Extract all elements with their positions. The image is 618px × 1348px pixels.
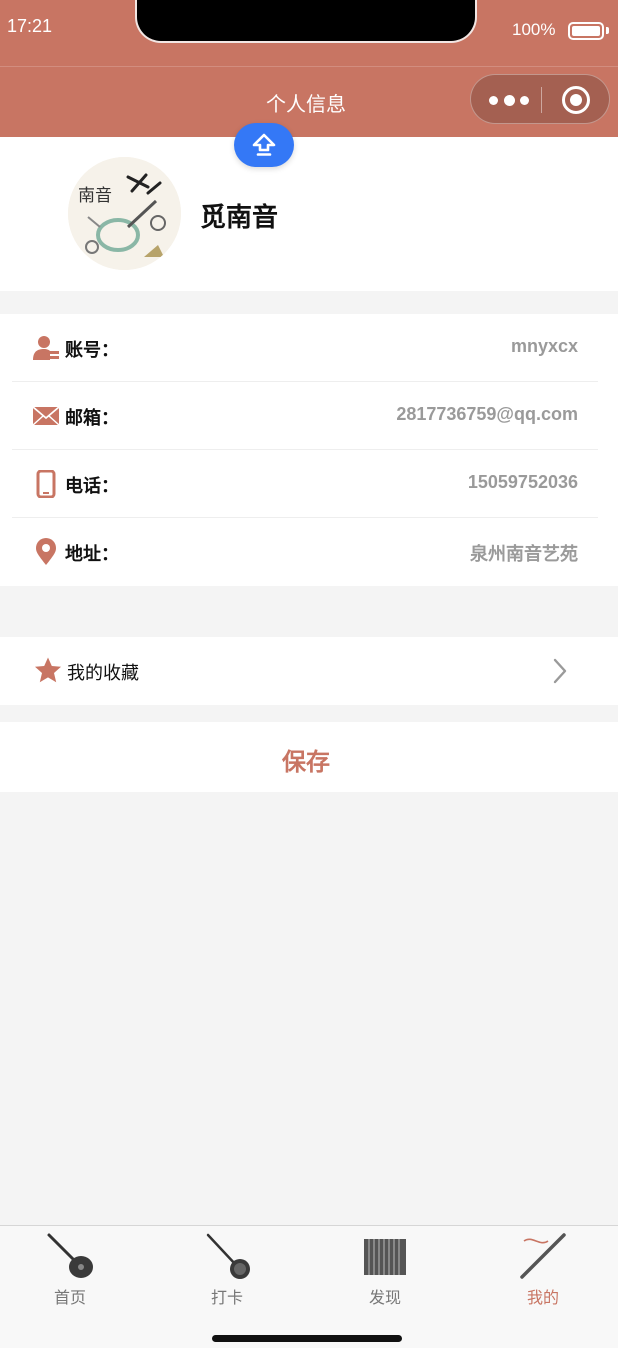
mail-icon <box>32 406 60 426</box>
info-label-account: 账号： <box>65 340 119 361</box>
save-label: 保存 <box>282 748 330 776</box>
info-card: 账号： mnyxcx 邮箱： 2817736759@qq.com 电话： 150… <box>0 314 618 586</box>
info-value-address: 泉州南音艺苑 <box>470 544 578 564</box>
tab-discover-label: 发现 <box>368 1288 401 1307</box>
avatar-text: 南音 <box>78 186 112 206</box>
home-indicator <box>212 1335 402 1342</box>
info-label-address: 地址： <box>65 544 119 565</box>
floating-upload-button[interactable] <box>234 123 294 167</box>
tab-home-label: 首页 <box>53 1288 86 1307</box>
chevron-right-icon <box>553 658 567 684</box>
avatar[interactable]: 南音 <box>68 157 181 270</box>
target-circle-icon[interactable] <box>562 86 590 114</box>
location-pin-icon <box>36 538 56 565</box>
header-divider <box>0 66 618 67</box>
app-header: 17:21 100% 个人信息 <box>0 0 618 137</box>
mini-program-capsule <box>470 74 610 124</box>
battery-icon <box>568 22 604 40</box>
tab-bar: 首页 打卡 发现 我的 <box>0 1225 618 1348</box>
tab-mine[interactable]: 我的 <box>473 1226 613 1307</box>
info-label-phone: 电话： <box>65 476 119 497</box>
battery-cap <box>606 27 609 34</box>
device-notch <box>135 0 477 43</box>
tab-home[interactable]: 首页 <box>0 1226 140 1307</box>
status-time: 17:21 <box>7 16 53 36</box>
info-value-account: mnyxcx <box>510 336 578 356</box>
phone-icon <box>36 470 56 498</box>
capsule-separator <box>541 87 542 113</box>
info-value-email: 2817736759@qq.com <box>396 404 578 424</box>
favorites-row[interactable]: 我的收藏 <box>0 637 618 705</box>
info-row-phone[interactable]: 电话： 15059752036 <box>12 450 598 518</box>
user-card-icon <box>33 336 59 360</box>
tab-discover[interactable]: 发现 <box>315 1226 455 1307</box>
tab-checkin-label: 打卡 <box>210 1288 243 1307</box>
tab-mine-label: 我的 <box>526 1288 559 1307</box>
star-icon <box>35 657 61 683</box>
more-dots-icon[interactable] <box>489 88 529 112</box>
save-button[interactable]: 保存 <box>0 722 618 792</box>
info-row-address[interactable]: 地址： 泉州南音艺苑 <box>12 518 598 586</box>
profile-name: 觅南音 <box>200 203 279 233</box>
pipa-icon <box>47 1233 93 1278</box>
tab-checkin[interactable]: 打卡 <box>157 1226 297 1307</box>
profile-card: 南音 觅南音 <box>0 137 618 291</box>
info-value-phone: 15059752036 <box>467 472 578 492</box>
info-row-email[interactable]: 邮箱： 2817736759@qq.com <box>12 382 598 450</box>
sanxian-icon <box>206 1233 250 1279</box>
info-label-email: 邮箱： <box>65 408 119 429</box>
avatar-illustration: 南音 <box>68 157 181 270</box>
favorites-label: 我的收藏 <box>67 663 139 684</box>
paiban-icon <box>364 1239 406 1275</box>
info-row-account[interactable]: 账号： mnyxcx <box>12 314 598 382</box>
dongxiao-icon <box>520 1233 566 1279</box>
upload-arrow-icon <box>252 133 276 156</box>
battery-percent: 100% <box>512 20 556 39</box>
